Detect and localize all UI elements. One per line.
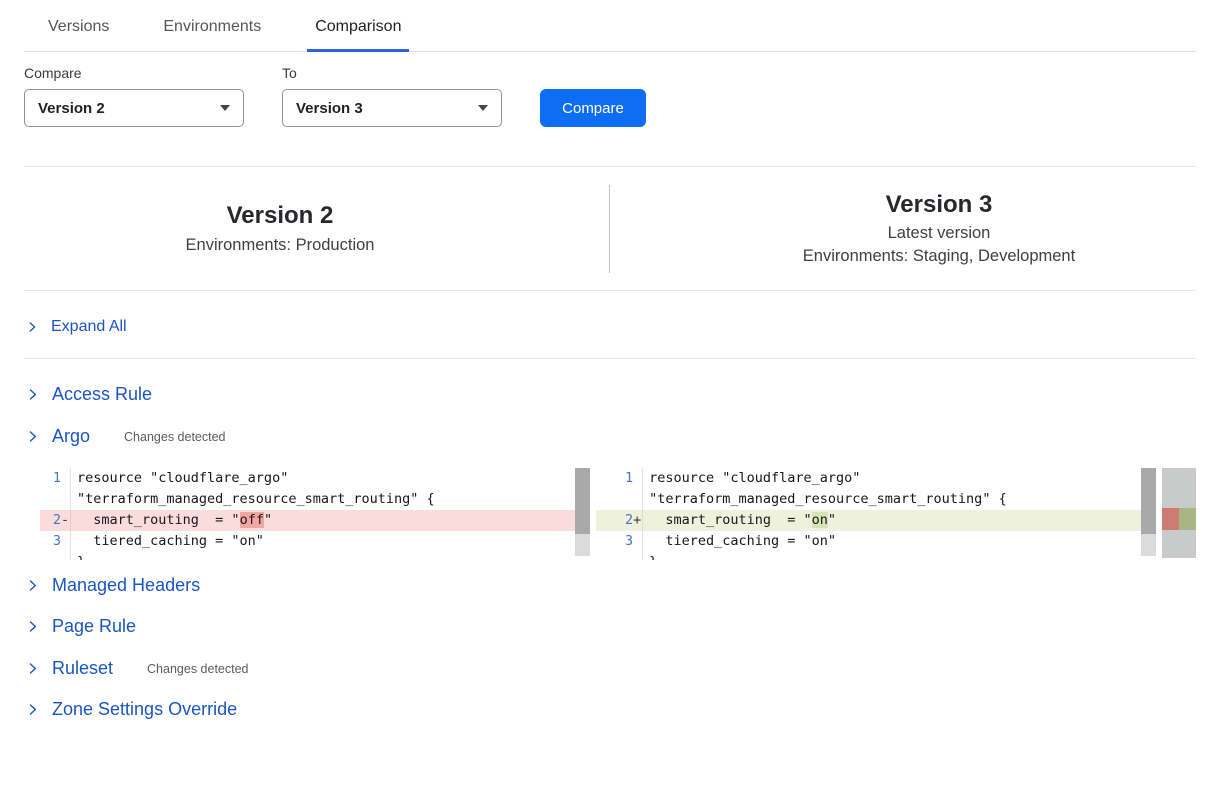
version-header-panels: Version 2 Environments: Production Versi…: [24, 167, 1196, 291]
added-marker: +: [633, 510, 642, 531]
tab-environments[interactable]: Environments: [155, 18, 269, 51]
code-text: resource "cloudflare_argo": [71, 468, 288, 489]
diff-right-editor: 1 resource "cloudflare_argo" "terraform_…: [596, 468, 1156, 560]
code-text: smart_routing = "off": [71, 510, 272, 531]
compare-controls: Compare Version 2 To Version 3 Compare: [24, 65, 1196, 127]
compare-to-value: Version 3: [296, 100, 363, 117]
tab-bar: Versions Environments Comparison: [24, 0, 1196, 52]
diff-line-wrap: "terraform_managed_resource_smart_routin…: [596, 489, 1156, 510]
right-editor-scrollbar[interactable]: [1141, 468, 1156, 556]
compare-button[interactable]: Compare: [540, 89, 646, 127]
dropdown-caret-icon: [478, 105, 488, 111]
code-text: tiered_caching = "on": [71, 531, 264, 552]
scrollbar-thumb[interactable]: [1141, 468, 1156, 534]
left-version-environments: Environments: Production: [24, 236, 536, 255]
chevron-right-icon[interactable]: [26, 579, 39, 592]
section-label: Argo: [52, 426, 90, 447]
chevron-right-icon[interactable]: [26, 430, 39, 443]
compare-from-label: Compare: [24, 65, 244, 81]
chevron-right-icon[interactable]: [26, 620, 39, 633]
section-label: Ruleset: [52, 658, 113, 679]
section-argo[interactable]: Argo Changes detected: [24, 426, 1196, 447]
diff-line-removed: 2- smart_routing = "off": [40, 510, 590, 531]
compare-from-field: Compare Version 2: [24, 65, 244, 127]
diff-line: 1 resource "cloudflare_argo": [596, 468, 1156, 489]
right-version-title: Version 3: [683, 191, 1195, 219]
diff-left-editor: 1 resource "cloudflare_argo" "terraform_…: [40, 468, 590, 560]
left-version-panel: Version 2 Environments: Production: [24, 202, 536, 255]
line-number: 2: [53, 510, 61, 531]
code-text: }: [71, 552, 85, 560]
section-label: Access Rule: [52, 384, 152, 405]
section-managed-headers[interactable]: Managed Headers: [24, 575, 1196, 596]
vertical-divider: [609, 185, 610, 273]
code-text: "terraform_managed_resource_smart_routin…: [643, 489, 1007, 510]
section-label: Zone Settings Override: [52, 699, 237, 720]
scrollbar-thumb[interactable]: [575, 468, 590, 534]
expand-all-button[interactable]: Expand All: [24, 291, 1196, 359]
section-access-rule[interactable]: Access Rule: [24, 384, 1196, 405]
compare-from-value: Version 2: [38, 100, 105, 117]
chevron-right-icon[interactable]: [26, 703, 39, 716]
diff-line-clipped: }: [596, 552, 1156, 560]
code-text: "terraform_managed_resource_smart_routin…: [71, 489, 435, 510]
chevron-right-icon[interactable]: [26, 388, 39, 401]
section-zone-settings-override[interactable]: Zone Settings Override: [24, 699, 1196, 720]
chevron-right-icon[interactable]: [26, 662, 39, 675]
minimap-added-block: [1179, 508, 1196, 530]
diff-line-added: 2+ smart_routing = "on": [596, 510, 1156, 531]
diff-line-clipped: }: [40, 552, 590, 560]
line-number: 1: [625, 468, 633, 489]
minimap-removed-block: [1162, 508, 1179, 530]
compare-from-select[interactable]: Version 2: [24, 89, 244, 127]
changes-detected-badge: Changes detected: [147, 662, 248, 676]
right-version-panel: Version 3 Latest version Environments: S…: [683, 191, 1195, 266]
diff-line: 3 tiered_caching = "on": [596, 531, 1156, 552]
argo-diff: 1 resource "cloudflare_argo" "terraform_…: [40, 468, 1196, 560]
tab-comparison[interactable]: Comparison: [307, 18, 409, 51]
section-label: Page Rule: [52, 616, 136, 637]
right-version-subtitle: Latest version: [683, 224, 1195, 243]
chevron-right-icon[interactable]: [26, 321, 38, 333]
left-version-title: Version 2: [24, 202, 536, 230]
line-number: 3: [625, 531, 633, 552]
code-text: tiered_caching = "on": [643, 531, 836, 552]
added-word-highlight: on: [812, 512, 828, 528]
compare-to-select[interactable]: Version 3: [282, 89, 502, 127]
removed-marker: -: [61, 510, 70, 531]
compare-to-field: To Version 3: [282, 65, 502, 127]
diff-line: 3 tiered_caching = "on": [40, 531, 590, 552]
diff-line: 1 resource "cloudflare_argo": [40, 468, 590, 489]
diff-line-wrap: "terraform_managed_resource_smart_routin…: [40, 489, 590, 510]
section-ruleset[interactable]: Ruleset Changes detected: [24, 658, 1196, 679]
line-number: 2: [625, 510, 633, 531]
dropdown-caret-icon: [220, 105, 230, 111]
line-number: 3: [53, 531, 61, 552]
code-text: }: [643, 552, 657, 560]
code-text: resource "cloudflare_argo": [643, 468, 860, 489]
section-label: Managed Headers: [52, 575, 200, 596]
section-page-rule[interactable]: Page Rule: [24, 616, 1196, 637]
left-editor-scrollbar[interactable]: [575, 468, 590, 556]
tab-versions[interactable]: Versions: [40, 18, 117, 51]
expand-all-label: Expand All: [51, 318, 127, 336]
code-text: smart_routing = "on": [643, 510, 836, 531]
right-version-environments: Environments: Staging, Development: [683, 247, 1195, 266]
diff-overview-minimap[interactable]: [1162, 468, 1196, 558]
changes-detected-badge: Changes detected: [124, 430, 225, 444]
removed-word-highlight: off: [240, 512, 264, 528]
comparison-page: Versions Environments Comparison Compare…: [0, 0, 1224, 720]
compare-to-label: To: [282, 65, 502, 81]
line-number: 1: [53, 468, 61, 489]
